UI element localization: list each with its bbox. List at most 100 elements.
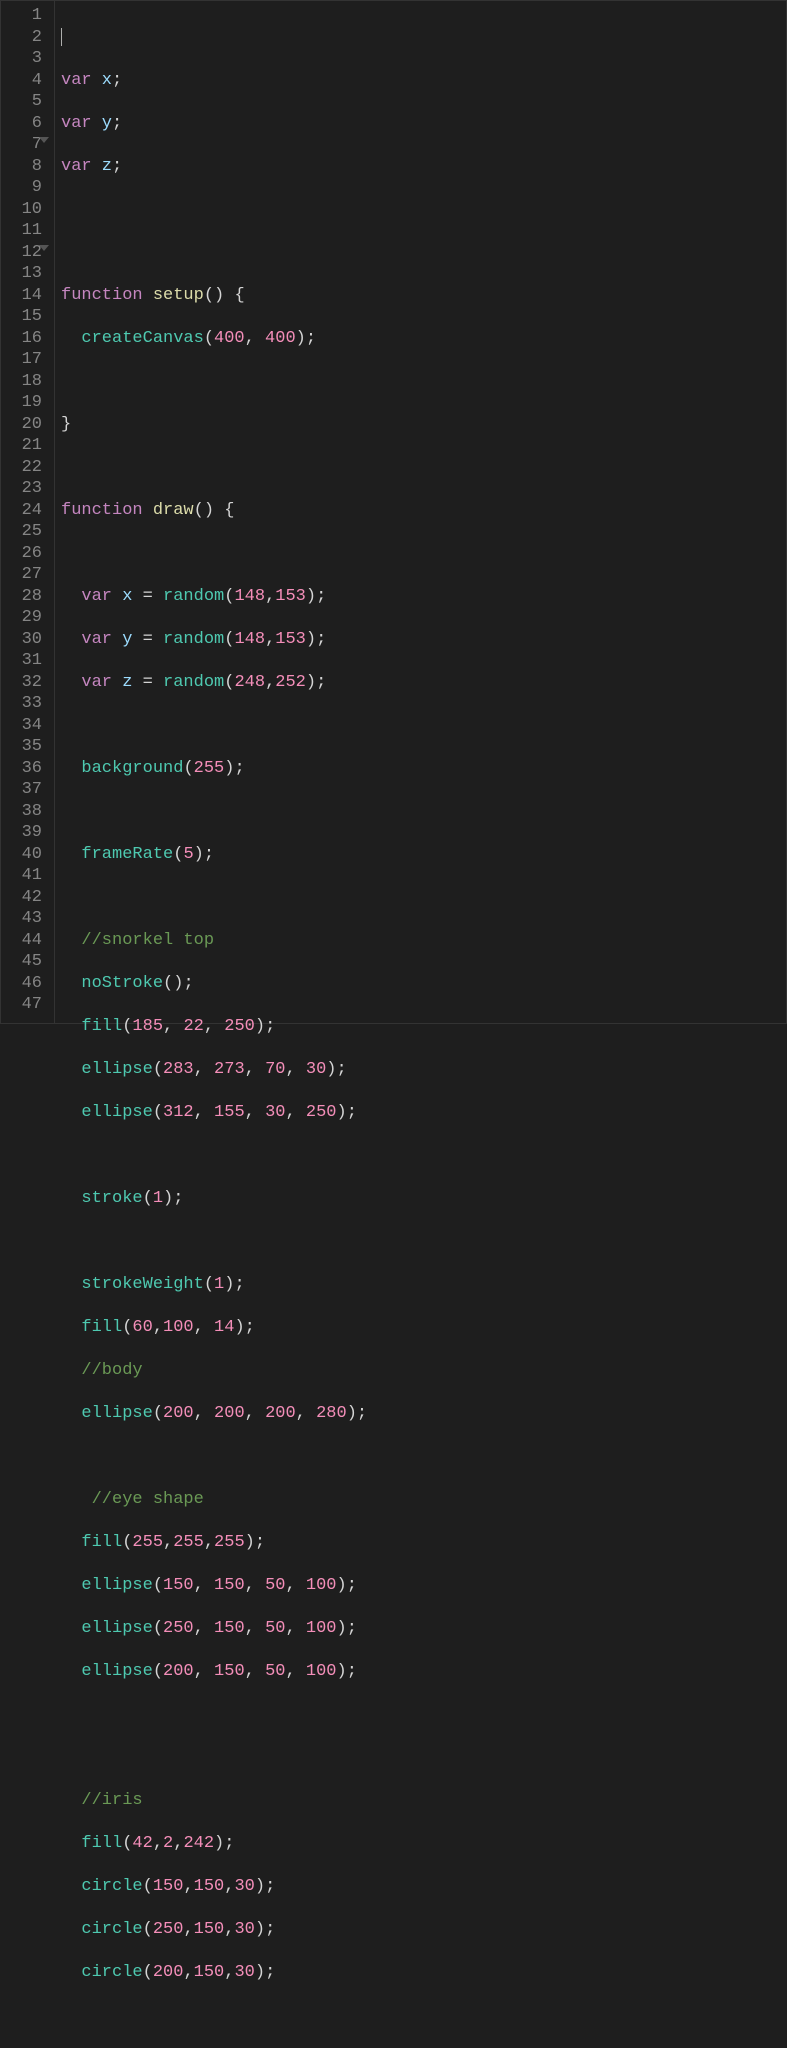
code-line[interactable]	[61, 457, 786, 479]
code-line[interactable]: circle(150,150,30);	[61, 1876, 786, 1898]
line-number: 36	[1, 758, 54, 780]
code-line[interactable]	[61, 887, 786, 909]
line-number: 14	[1, 285, 54, 307]
line-number: 30	[1, 629, 54, 651]
code-content-area[interactable]: var x; var y; var z; function setup() { …	[55, 1, 786, 1023]
line-number: 10	[1, 199, 54, 221]
code-line[interactable]: }	[61, 414, 786, 436]
line-number: 19	[1, 392, 54, 414]
line-number: 44	[1, 930, 54, 952]
code-line[interactable]: ellipse(312, 155, 30, 250);	[61, 1102, 786, 1124]
line-number: 7	[1, 134, 54, 156]
line-number: 9	[1, 177, 54, 199]
line-number: 38	[1, 801, 54, 823]
code-line[interactable]: noStroke();	[61, 973, 786, 995]
code-line[interactable]	[61, 1747, 786, 1769]
line-number: 35	[1, 736, 54, 758]
code-line[interactable]: var y = random(148,153);	[61, 629, 786, 651]
code-line[interactable]	[61, 801, 786, 823]
line-number: 39	[1, 822, 54, 844]
line-number: 18	[1, 371, 54, 393]
code-line[interactable]	[61, 371, 786, 393]
code-line[interactable]: function draw() {	[61, 500, 786, 522]
code-line[interactable]: circle(200,150,30);	[61, 1962, 786, 1984]
line-number: 17	[1, 349, 54, 371]
line-number: 13	[1, 263, 54, 285]
line-number: 11	[1, 220, 54, 242]
line-number: 26	[1, 543, 54, 565]
line-number: 45	[1, 951, 54, 973]
code-editor[interactable]: 1234567891011121314151617181920212223242…	[1, 1, 786, 1023]
line-number: 32	[1, 672, 54, 694]
code-line[interactable]	[61, 543, 786, 565]
line-number: 22	[1, 457, 54, 479]
line-number: 42	[1, 887, 54, 909]
text-cursor	[61, 28, 62, 46]
line-number: 23	[1, 478, 54, 500]
fold-chevron-icon[interactable]	[39, 245, 49, 251]
line-number: 2	[1, 27, 54, 49]
line-number: 1	[1, 5, 54, 27]
line-number: 4	[1, 70, 54, 92]
code-line[interactable]: var z = random(248,252);	[61, 672, 786, 694]
code-line[interactable]: ellipse(150, 150, 50, 100);	[61, 1575, 786, 1597]
line-number: 27	[1, 564, 54, 586]
line-number: 21	[1, 435, 54, 457]
code-line[interactable]: var x = random(148,153);	[61, 586, 786, 608]
code-line[interactable]	[61, 1446, 786, 1468]
code-line[interactable]	[61, 715, 786, 737]
line-number: 37	[1, 779, 54, 801]
code-line[interactable]	[61, 1704, 786, 1726]
code-line[interactable]: ellipse(200, 150, 50, 100);	[61, 1661, 786, 1683]
line-number: 43	[1, 908, 54, 930]
code-line[interactable]	[61, 1231, 786, 1253]
fold-chevron-icon[interactable]	[39, 137, 49, 143]
code-line[interactable]: frameRate(5);	[61, 844, 786, 866]
line-number: 25	[1, 521, 54, 543]
line-number: 33	[1, 693, 54, 715]
code-line[interactable]: circle(250,150,30);	[61, 1919, 786, 1941]
code-line[interactable]: function setup() {	[61, 285, 786, 307]
line-number: 47	[1, 994, 54, 1016]
code-line[interactable]: fill(185, 22, 250);	[61, 1016, 786, 1038]
code-line[interactable]	[61, 2005, 786, 2027]
line-number: 34	[1, 715, 54, 737]
line-number: 12	[1, 242, 54, 264]
line-number: 15	[1, 306, 54, 328]
code-line[interactable]	[61, 242, 786, 264]
code-line[interactable]: createCanvas(400, 400);	[61, 328, 786, 350]
code-line[interactable]: strokeWeight(1);	[61, 1274, 786, 1296]
code-line[interactable]: fill(255,255,255);	[61, 1532, 786, 1554]
code-line[interactable]: background(255);	[61, 758, 786, 780]
line-number: 6	[1, 113, 54, 135]
code-line[interactable]: ellipse(200, 200, 200, 280);	[61, 1403, 786, 1425]
code-line[interactable]: var z;	[61, 156, 786, 178]
line-number-gutter: 1234567891011121314151617181920212223242…	[1, 1, 55, 1023]
code-line[interactable]: ellipse(283, 273, 70, 30);	[61, 1059, 786, 1081]
code-line[interactable]: ellipse(250, 150, 50, 100);	[61, 1618, 786, 1640]
code-line[interactable]	[61, 199, 786, 221]
code-line[interactable]: //snorkel top	[61, 930, 786, 952]
line-number: 41	[1, 865, 54, 887]
line-number: 46	[1, 973, 54, 995]
code-line[interactable]	[61, 1145, 786, 1167]
code-line[interactable]: stroke(1);	[61, 1188, 786, 1210]
line-number: 3	[1, 48, 54, 70]
code-line[interactable]	[61, 27, 786, 49]
code-line[interactable]: var y;	[61, 113, 786, 135]
code-line[interactable]: fill(60,100, 14);	[61, 1317, 786, 1339]
code-line[interactable]: //iris	[61, 1790, 786, 1812]
line-number: 29	[1, 607, 54, 629]
line-number: 5	[1, 91, 54, 113]
line-number: 31	[1, 650, 54, 672]
line-number: 24	[1, 500, 54, 522]
line-number: 28	[1, 586, 54, 608]
line-number: 40	[1, 844, 54, 866]
code-line[interactable]: fill(42,2,242);	[61, 1833, 786, 1855]
line-number: 16	[1, 328, 54, 350]
code-line[interactable]: var x;	[61, 70, 786, 92]
line-number: 8	[1, 156, 54, 178]
code-line[interactable]: //body	[61, 1360, 786, 1382]
line-number: 20	[1, 414, 54, 436]
code-line[interactable]: //eye shape	[61, 1489, 786, 1511]
